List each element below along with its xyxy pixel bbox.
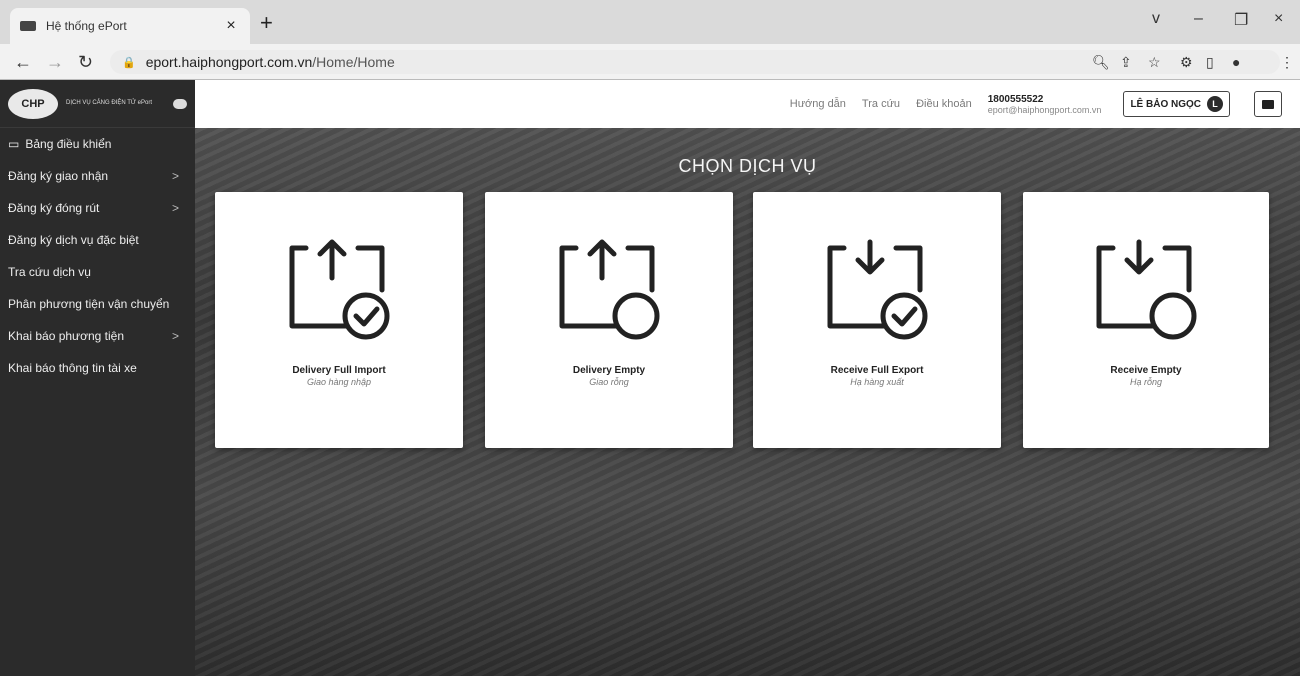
avatar: L — [1207, 96, 1223, 112]
sidebar-item-label: Phân phương tiện vận chuyển — [8, 297, 170, 311]
eport-app: CHP DỊCH VỤ CẢNG ĐIỆN TỬ ePort ▭ Bảng điề… — [0, 80, 1300, 676]
reload-icon[interactable]: ↻ — [78, 52, 93, 73]
sidebar-item-label: Bảng điều khiển — [25, 137, 112, 151]
zoom-icon[interactable]: 🔍︎ — [1092, 54, 1110, 71]
main-content: Hướng dẫn Tra cứu Điều khoản 1800555522 … — [195, 80, 1300, 676]
sidepanel-icon[interactable]: ▯ — [1206, 54, 1214, 71]
sidebar-item-delivery-registration[interactable]: Đăng ký giao nhận > — [0, 160, 195, 192]
browser-tab-bar: Hệ thống ePort × + v – ❐ × — [0, 0, 1300, 44]
monitor-icon: ▭ — [8, 137, 20, 151]
link-terms[interactable]: Điều khoản — [916, 98, 972, 110]
user-name: LÊ BẢO NGỌC — [1130, 98, 1201, 110]
link-lookup[interactable]: Tra cứu — [862, 98, 900, 110]
card-subtitle: Hạ hàng xuất — [850, 377, 904, 387]
address-bar: ← → ↻ 🔒 eport.haiphongport.com.vn/Home/H… — [0, 44, 1300, 80]
back-icon[interactable]: ← — [14, 52, 32, 73]
chevron-right-icon: > — [171, 329, 179, 343]
user-menu-button[interactable]: LÊ BẢO NGỌC L — [1123, 91, 1230, 117]
card-delivery-full-import[interactable]: Delivery Full Import Giao hàng nhập — [215, 192, 463, 448]
sidebar-menu: ▭ Bảng điều khiển Đăng ký giao nhận > Đăng… — [0, 128, 195, 384]
page-title: CHỌN DỊCH VỤ — [678, 156, 817, 176]
sidebar-item-label: Tra cứu dịch vụ — [8, 265, 91, 279]
card-title: Delivery Empty — [572, 365, 646, 376]
card-title: Receive Full Export — [830, 365, 924, 376]
container-upload-icon — [559, 239, 660, 340]
url-text: eport.haiphongport.com.vn/Home/Home — [146, 54, 395, 70]
chevron-right-icon: > — [171, 201, 179, 215]
screen-icon — [1262, 99, 1274, 109]
new-tab-button[interactable]: + — [260, 10, 273, 36]
hotline-phone: 1800555522 — [987, 93, 1044, 105]
link-guide[interactable]: Hướng dẫn — [790, 98, 846, 110]
sidebar-item-label: Khai báo phương tiện — [8, 329, 124, 343]
sidebar-brand: CHP DỊCH VỤ CẢNG ĐIỆN TỬ ePort — [0, 80, 195, 128]
sidebar-item-special-service[interactable]: Đăng ký dịch vụ đặc biệt — [0, 224, 195, 256]
sidebar-item-label: Đăng ký đóng rút — [8, 201, 100, 215]
sidebar-item-dashboard[interactable]: ▭ Bảng điều khiển — [0, 128, 195, 160]
tab-close-icon[interactable]: × — [222, 17, 240, 35]
card-title: Delivery Full Import — [292, 365, 386, 376]
brand-text: DỊCH VỤ CẢNG ĐIỆN TỬ ePort — [66, 100, 153, 106]
share-icon[interactable]: ⇪ — [1120, 54, 1132, 71]
window-close-icon[interactable]: × — [1274, 10, 1283, 28]
sidebar-toggle-icon[interactable] — [173, 98, 187, 109]
container-download-icon — [1096, 239, 1197, 340]
card-receive-full-export[interactable]: Receive Full Export Hạ hàng xuất — [753, 192, 1001, 448]
extensions-icon[interactable]: ⚙ — [1180, 54, 1193, 71]
card-subtitle: Giao hàng nhập — [306, 377, 372, 387]
logo[interactable]: CHP — [8, 88, 58, 119]
sidebar-item-label: Khai báo thông tin tài xe — [8, 361, 137, 375]
tab-search-icon[interactable]: v — [1152, 10, 1160, 28]
top-header: Hướng dẫn Tra cứu Điều khoản 1800555522 … — [195, 80, 1300, 128]
restore-icon[interactable]: ❐ — [1234, 10, 1248, 30]
sidebar-item-service-lookup[interactable]: Tra cứu dịch vụ — [0, 256, 195, 288]
site-favicon-icon — [20, 21, 36, 31]
card-subtitle: Giao rỗng — [589, 377, 629, 387]
url-path: /Home/Home — [312, 54, 395, 70]
profile-icon[interactable]: ● — [1232, 54, 1240, 70]
chevron-right-icon: > — [171, 169, 179, 183]
container-download-check-icon — [827, 239, 928, 340]
sidebar-item-vehicle-assignment[interactable]: Phân phương tiện vận chuyển — [0, 288, 195, 320]
sidebar-item-stuffing-registration[interactable]: Đăng ký đóng rút > — [0, 192, 195, 224]
contact-email: eport@haiphongport.com.vn — [987, 104, 1102, 115]
contact-info: 1800555522 eport@haiphongport.com.vn — [988, 94, 1102, 115]
tab-title: Hệ thống ePort — [46, 19, 127, 33]
card-receive-empty[interactable]: Receive Empty Hạ rỗng — [1023, 192, 1269, 448]
card-title: Receive Empty — [1110, 365, 1182, 376]
menu-kebab-icon[interactable]: ⋮ — [1280, 54, 1294, 71]
sidebar-item-label: Đăng ký dịch vụ đặc biệt — [8, 233, 139, 247]
sidebar-item-vehicle-declaration[interactable]: Khai báo phương tiện > — [0, 320, 195, 352]
minimize-icon[interactable]: – — [1194, 10, 1203, 28]
sidebar-item-label: Đăng ký giao nhận — [8, 169, 109, 183]
container-upload-check-icon — [289, 239, 390, 340]
browser-tab[interactable]: Hệ thống ePort × — [10, 8, 250, 44]
sidebar-item-driver-info[interactable]: Khai báo thông tin tài xe — [0, 352, 195, 384]
sidebar: CHP DỊCH VỤ CẢNG ĐIỆN TỬ ePort ▭ Bảng điề… — [0, 80, 195, 676]
bookmark-star-icon[interactable]: ☆ — [1148, 54, 1161, 71]
fullscreen-button[interactable] — [1254, 91, 1282, 117]
card-subtitle: Hạ rỗng — [1129, 377, 1163, 387]
card-delivery-empty[interactable]: Delivery Empty Giao rỗng — [485, 192, 733, 448]
forward-icon[interactable]: → — [46, 52, 64, 73]
url-host: eport.haiphongport.com.vn — [145, 54, 313, 70]
lock-icon: 🔒 — [122, 56, 136, 69]
